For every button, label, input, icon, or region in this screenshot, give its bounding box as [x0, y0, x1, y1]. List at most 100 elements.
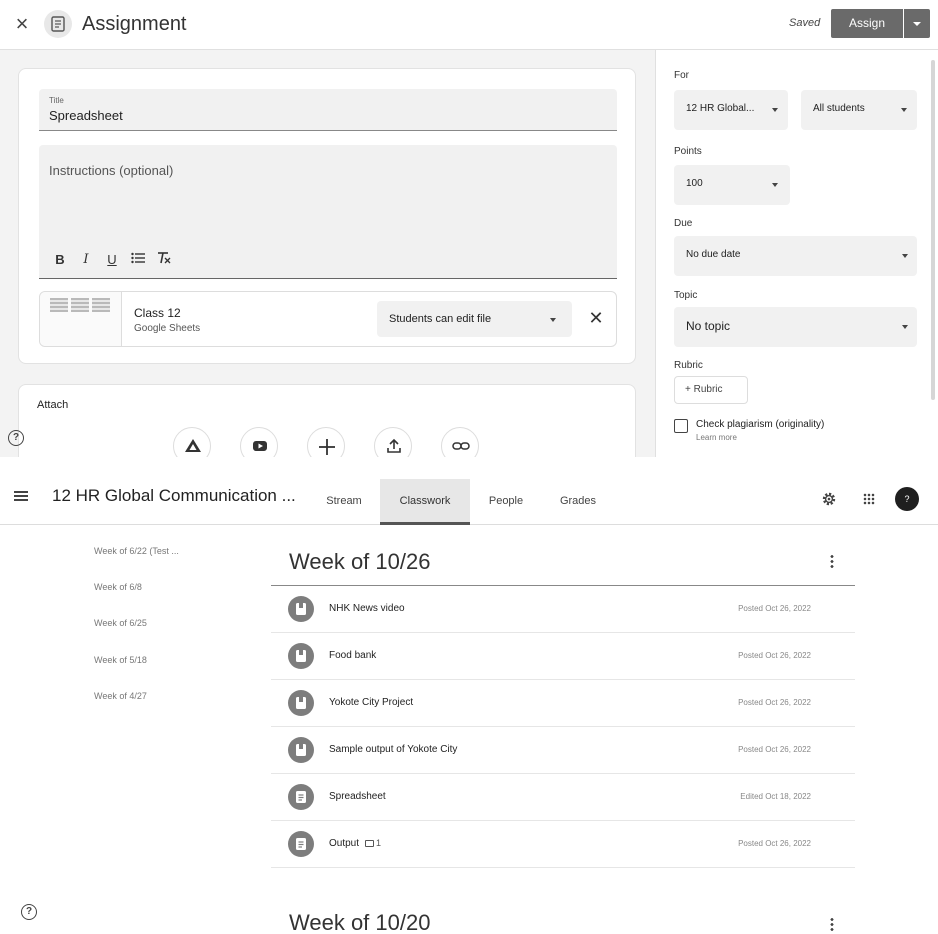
material-icon — [288, 690, 314, 716]
classwork-page: 12 HR Global Communication ... Stream Cl… — [0, 457, 938, 934]
underline-button[interactable]: U — [99, 249, 125, 271]
italic-button[interactable]: I — [73, 249, 99, 271]
attach-label: Attach — [37, 399, 69, 411]
item-title: Sample output of Yokote City — [329, 744, 458, 755]
topic-label: Topic — [674, 290, 698, 301]
assign-button[interactable]: Assign — [831, 9, 903, 38]
instructions-placeholder: Instructions (optional) — [49, 163, 174, 178]
create-new-icon[interactable] — [307, 427, 345, 457]
upload-icon[interactable] — [374, 427, 412, 457]
chevron-down-icon — [902, 254, 908, 258]
class-header: 12 HR Global Communication ... Stream Cl… — [0, 457, 938, 525]
editor-header: × Assignment Saved Assign — [0, 0, 938, 50]
assignment-settings-panel: For 12 HR Global... All students Points … — [655, 50, 938, 457]
classwork-item[interactable]: Food bank Posted Oct 26, 2022 — [271, 633, 855, 680]
class-select-value: 12 HR Global... — [686, 103, 755, 114]
google-drive-icon[interactable] — [173, 427, 211, 457]
side-panel-scrollbar[interactable] — [931, 60, 935, 400]
item-date: Posted Oct 26, 2022 — [738, 745, 811, 754]
topic-value: No topic — [686, 319, 731, 333]
saved-status: Saved — [789, 17, 821, 29]
permission-select[interactable]: Students can edit file — [377, 301, 572, 337]
due-label: Due — [674, 218, 693, 229]
topic-link[interactable]: Week of 6/22 (Test ... — [94, 546, 179, 556]
topic-link[interactable]: Week of 6/25 — [94, 618, 147, 628]
attachment-name: Class 12 — [134, 306, 181, 320]
topic-link[interactable]: Week of 5/18 — [94, 655, 147, 665]
title-input[interactable]: Title Spreadsheet — [39, 89, 617, 131]
item-date: Edited Oct 18, 2022 — [740, 792, 811, 801]
avatar[interactable]: ? — [895, 487, 919, 511]
clear-formatting-icon[interactable] — [151, 249, 177, 271]
classwork-item[interactable]: Sample output of Yokote City Posted Oct 2… — [271, 727, 855, 774]
attachment-item[interactable]: Class 12 Google Sheets Students can edit… — [39, 291, 617, 347]
due-date-select[interactable]: No due date — [674, 236, 917, 276]
menu-icon[interactable] — [14, 491, 28, 501]
topic-link[interactable]: Week of 6/8 — [94, 582, 142, 592]
link-icon[interactable] — [441, 427, 479, 457]
title-value: Spreadsheet — [49, 108, 123, 123]
classwork-item[interactable]: Output 1 Posted Oct 26, 2022 — [271, 821, 855, 868]
youtube-icon[interactable] — [240, 427, 278, 457]
topic-heading: Week of 10/26 — [289, 549, 431, 574]
tab-classwork[interactable]: Classwork — [380, 479, 470, 525]
title-label: Title — [49, 96, 64, 105]
more-options-icon[interactable] — [830, 917, 834, 931]
chevron-down-icon — [902, 325, 908, 329]
comment-icon — [365, 840, 375, 847]
apps-grid-icon[interactable] — [863, 493, 875, 505]
tab-grades[interactable]: Grades — [548, 479, 608, 525]
gear-icon[interactable] — [821, 491, 837, 512]
plagiarism-label: Check plagiarism (originality) — [696, 419, 825, 430]
students-select[interactable]: All students — [801, 90, 917, 130]
classwork-item[interactable]: NHK News video Posted Oct 26, 2022 — [271, 586, 855, 633]
chevron-down-icon — [901, 108, 907, 112]
assignment-icon — [44, 10, 72, 38]
help-icon[interactable]: ? — [8, 430, 24, 446]
help-icon[interactable]: ? — [21, 904, 37, 920]
assignment-icon — [288, 831, 314, 857]
class-select[interactable]: 12 HR Global... — [674, 90, 788, 130]
classwork-item[interactable]: Yokote City Project Posted Oct 26, 2022 — [271, 680, 855, 727]
bold-button[interactable]: B — [47, 249, 73, 271]
material-icon — [288, 596, 314, 622]
topic-select[interactable]: No topic — [674, 307, 917, 347]
topic-link[interactable]: Week of 4/27 — [94, 691, 147, 701]
item-title: NHK News video — [329, 603, 405, 614]
assignment-icon — [288, 784, 314, 810]
permission-value: Students can edit file — [389, 313, 492, 325]
chevron-down-icon — [772, 183, 778, 187]
tab-stream[interactable]: Stream — [314, 479, 374, 525]
comment-count: 1 — [365, 838, 381, 848]
points-value: 100 — [686, 178, 703, 189]
close-icon[interactable]: × — [12, 12, 32, 36]
tab-people[interactable]: People — [476, 479, 536, 525]
item-title: Food bank — [329, 650, 377, 661]
plagiarism-checkbox[interactable] — [674, 419, 688, 433]
more-options-icon[interactable] — [830, 554, 834, 568]
instructions-input[interactable]: Instructions (optional) B I U — [39, 145, 617, 279]
item-title: Spreadsheet — [329, 791, 386, 802]
item-title: Output 1 — [329, 838, 382, 849]
topic-heading: Week of 10/20 — [289, 910, 431, 934]
material-icon — [288, 737, 314, 763]
learn-more-link[interactable]: Learn more — [696, 433, 737, 442]
add-rubric-button[interactable]: + Rubric — [674, 376, 748, 404]
bulleted-list-icon[interactable] — [125, 249, 151, 271]
attachment-thumbnail — [40, 292, 122, 346]
attach-card: Attach — [18, 384, 636, 457]
assign-options-dropdown[interactable] — [904, 9, 930, 38]
classwork-item[interactable]: Spreadsheet Edited Oct 18, 2022 — [271, 774, 855, 821]
due-date-value: No due date — [686, 249, 741, 260]
item-date: Posted Oct 26, 2022 — [738, 839, 811, 848]
chevron-down-icon — [772, 108, 778, 112]
chevron-down-icon — [550, 318, 556, 322]
material-icon — [288, 643, 314, 669]
attachment-type: Google Sheets — [134, 323, 201, 334]
format-toolbar: B I U — [47, 249, 177, 271]
points-select[interactable]: 100 — [674, 165, 790, 205]
item-title: Yokote City Project — [329, 697, 414, 708]
class-name[interactable]: 12 HR Global Communication ... — [52, 486, 296, 506]
students-select-value: All students — [813, 103, 865, 114]
remove-attachment-icon[interactable]: ✕ — [586, 307, 606, 329]
